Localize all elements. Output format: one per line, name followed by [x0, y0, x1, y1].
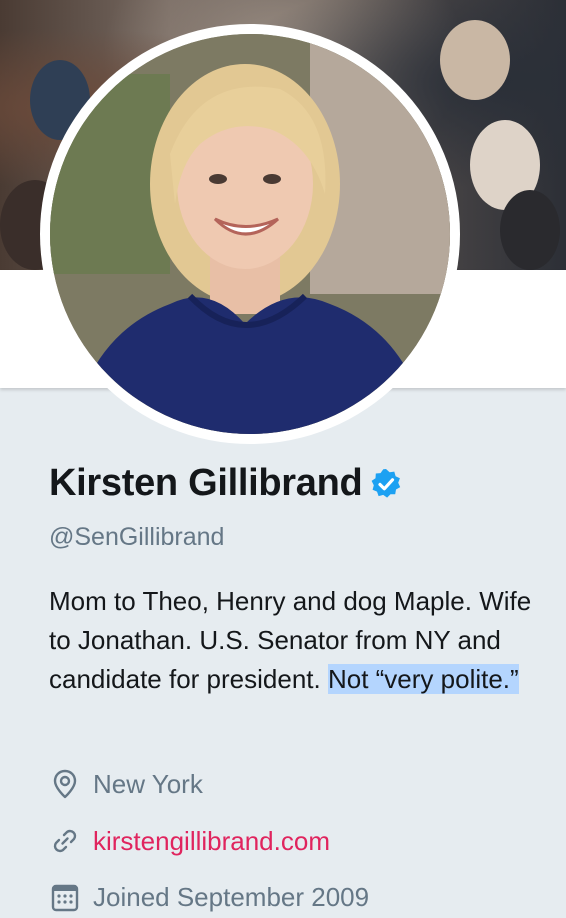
profile-name[interactable]: Kirsten Gillibrand — [49, 462, 363, 505]
profile-info: Kirsten Gillibrand @SenGillibrand Mom to… — [49, 462, 549, 699]
link-icon — [53, 829, 77, 853]
joined-text: Joined September 2009 — [93, 881, 370, 912]
profile-bio: Mom to Theo, Henry and dog Maple. Wife t… — [49, 582, 559, 699]
location-text: New York — [93, 768, 203, 799]
bio-selected-text: Not “very polite.” — [327, 664, 519, 694]
profile-avatar[interactable] — [50, 34, 450, 434]
profile-handle[interactable]: @SenGillibrand — [49, 523, 549, 552]
location-pin-icon — [53, 769, 77, 799]
name-row: Kirsten Gillibrand — [49, 462, 549, 505]
joined-row: Joined September 2009 — [49, 881, 369, 913]
location-row: New York — [49, 768, 203, 800]
calendar-icon — [51, 884, 79, 912]
website-row: kirstengillibrand.com — [49, 825, 330, 857]
verified-badge-icon — [372, 468, 401, 498]
website-link[interactable]: kirstengillibrand.com — [93, 826, 330, 857]
